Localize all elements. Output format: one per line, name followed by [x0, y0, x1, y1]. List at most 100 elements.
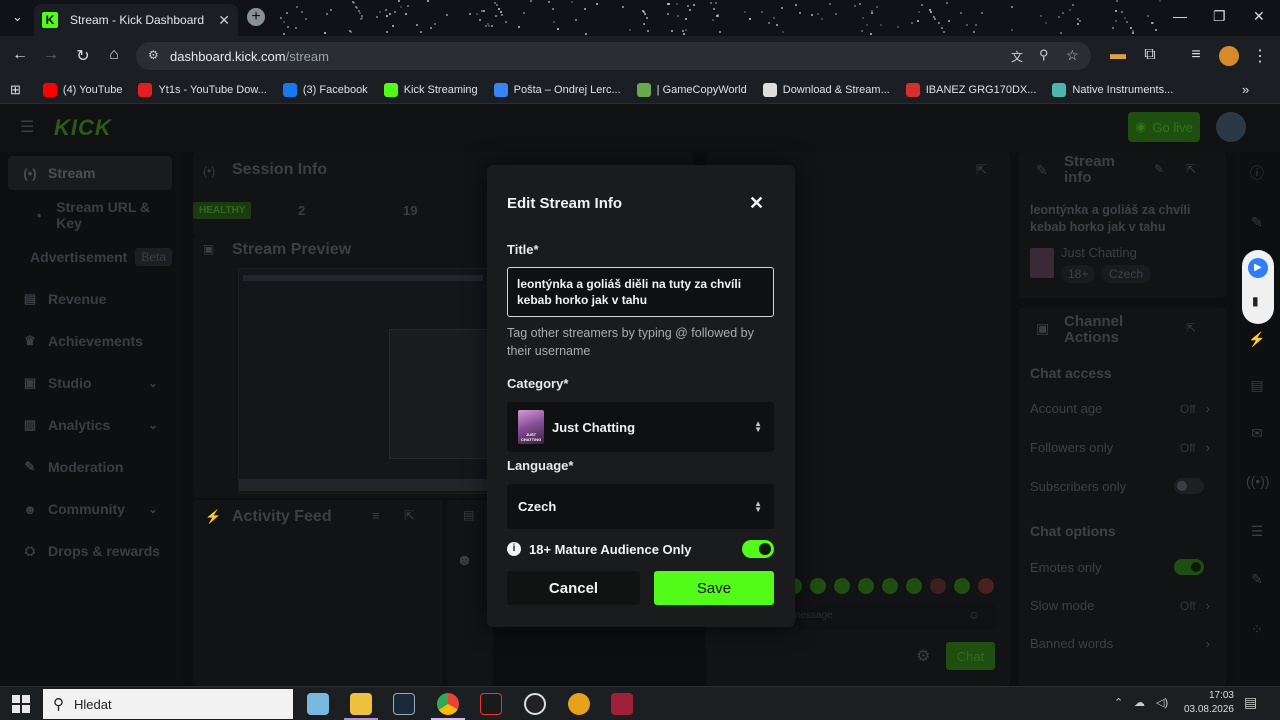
apps-dots-icon[interactable]: ⁘ [1246, 618, 1268, 640]
reload-icon[interactable]: ↻ [73, 46, 93, 66]
language-select[interactable]: Czech ▲ ▼ [507, 484, 774, 529]
mature-toggle[interactable] [742, 540, 774, 558]
home-icon[interactable]: ⌂ [104, 46, 124, 64]
stream-preview-video[interactable] [238, 268, 490, 494]
tray-chevron-icon[interactable]: ⌃ [1114, 696, 1123, 709]
bookmark-item[interactable]: Download & Stream... [762, 82, 890, 97]
profile-avatar[interactable] [1219, 46, 1239, 66]
chat-settings-icon[interactable]: ⚙ [916, 646, 930, 666]
menu-icon[interactable]: ⋮ [1250, 46, 1270, 66]
sidebar-item-studio[interactable]: ▣ Studio ⌄ [8, 366, 172, 400]
play-icon[interactable]: ▶ [1248, 258, 1268, 278]
bookmark-icon[interactable]: ▮ [1252, 294, 1259, 308]
kick-logo[interactable]: KICK [54, 115, 112, 141]
bookmark-item[interactable]: Yt1s - YouTube Dow... [138, 82, 267, 97]
app-icon-c[interactable] [611, 693, 633, 715]
network-icon[interactable]: ☁ [1134, 696, 1145, 709]
sidebar-item-advertisement[interactable]: Advertisement Beta [8, 240, 172, 274]
emote-icon[interactable] [810, 578, 826, 594]
sidebar-item-drops-rewards[interactable]: ⛭ Drops & rewards [8, 534, 172, 568]
sidebar-item-achievements[interactable]: ♛ Achievements [8, 324, 172, 358]
layers-icon[interactable]: ☰ [1246, 520, 1268, 542]
sidebar-item-revenue[interactable]: ▤ Revenue [8, 282, 172, 316]
sidebar-item-stream-url-key[interactable]: • Stream URL & Key [8, 198, 172, 232]
stream-info-popout-icon[interactable]: ⇱ [1186, 162, 1196, 176]
bookmark-star-icon[interactable]: ☆ [1066, 47, 1079, 64]
subscribers-only-toggle[interactable] [1174, 478, 1204, 494]
bookmark-item[interactable]: (3) Facebook [282, 82, 368, 97]
user-avatar[interactable] [1216, 112, 1246, 142]
cancel-button[interactable]: Cancel [507, 571, 640, 605]
taskbar-search[interactable]: ⚲ Hledat [43, 689, 293, 719]
info-icon[interactable]: ⓘ [1246, 162, 1268, 184]
chrome-app-icon[interactable] [437, 693, 459, 715]
sidebar-item-stream[interactable]: (•) Stream [8, 156, 172, 190]
zoom-icon[interactable]: ⚲ [1039, 47, 1049, 63]
volume-icon[interactable]: ◁) [1156, 696, 1168, 709]
sidebar-item-community[interactable]: ☻ Community ⌄ [8, 492, 172, 526]
back-icon[interactable]: ← [10, 46, 30, 64]
popout-icon[interactable]: ⇱ [404, 508, 415, 524]
translate-icon[interactable]: 文 [1011, 48, 1023, 65]
emote-icon[interactable] [882, 578, 898, 594]
extensions-puzzle-icon[interactable]: ⧉ [1140, 46, 1160, 64]
folder-app-icon[interactable] [350, 693, 372, 715]
sidebar-item-moderation[interactable]: ✎ Moderation [8, 450, 172, 484]
bookmark-item[interactable]: Pošta – Ondrej Lerc... [493, 82, 621, 97]
emote-icon[interactable] [834, 578, 850, 594]
filter-icon[interactable]: ≡ [372, 508, 380, 523]
edit-icon[interactable]: ✎ [1154, 162, 1164, 176]
emote-icon[interactable] [978, 578, 994, 594]
go-live-button[interactable]: ◉ Go live [1128, 112, 1200, 142]
followers-only-row[interactable]: Followers only Off › [1030, 440, 1210, 455]
more-bookmarks-icon[interactable]: » [1242, 82, 1249, 97]
bookmark-item[interactable]: Native Instruments... [1052, 82, 1173, 97]
close-icon[interactable]: ✕ [749, 194, 764, 212]
emote-icon[interactable] [906, 578, 922, 594]
bookmark-item[interactable]: | GameCopyWorld [636, 82, 747, 97]
app-icon-b[interactable] [568, 693, 590, 715]
steam-app-icon[interactable] [393, 693, 415, 715]
reading-list-icon[interactable]: ≡ [1186, 46, 1206, 64]
windows-start-icon[interactable] [12, 695, 30, 713]
save-button[interactable]: Save [654, 571, 774, 605]
new-tab-button[interactable]: + [247, 8, 265, 26]
chat-bubble-icon[interactable]: ✉ [1246, 422, 1268, 444]
chat-popout-icon[interactable]: ⇱ [976, 162, 987, 178]
explorer-app-icon[interactable] [307, 693, 329, 715]
emote-icon[interactable] [858, 578, 874, 594]
channel-actions-popout-icon[interactable]: ⇱ [1186, 321, 1196, 335]
sidebar-item-analytics[interactable]: ▥ Analytics ⌄ [8, 408, 172, 442]
banned-words-row[interactable]: Banned words › [1030, 636, 1210, 651]
emotes-only-toggle[interactable] [1174, 559, 1204, 575]
minimize-icon[interactable]: — [1173, 8, 1187, 24]
emote-icon[interactable] [930, 578, 946, 594]
title-input[interactable]: leontýnka a goliáš diěli na tuty za chví… [507, 267, 774, 317]
lightning-icon[interactable]: ⚡ [1246, 328, 1268, 350]
chat-send-button[interactable]: Chat [946, 642, 995, 670]
close-window-icon[interactable]: ✕ [1253, 8, 1265, 25]
app-icon-a[interactable] [480, 693, 502, 715]
browser-tab-active[interactable]: K Stream - Kick Dashboard ✕ [34, 4, 238, 36]
bookmark-item[interactable]: (4) YouTube [42, 82, 122, 97]
emoji-icon[interactable]: ☺ [968, 608, 980, 622]
tab-search-button[interactable]: ⌄ [0, 1, 35, 33]
close-tab-icon[interactable]: ✕ [218, 12, 230, 29]
restore-icon[interactable]: ❐ [1213, 8, 1226, 25]
pencil-icon[interactable]: ✎ [1246, 211, 1268, 233]
account-age-row[interactable]: Account age Off › [1030, 401, 1210, 416]
apps-icon[interactable]: ⊞ [10, 82, 21, 98]
signal-icon[interactable]: ((•)) [1246, 470, 1270, 492]
wrench-icon[interactable]: ✎ [1246, 568, 1268, 590]
slow-mode-row[interactable]: Slow mode Off › [1030, 598, 1210, 613]
category-select[interactable]: JUST CHATTING Just Chatting ▲ ▼ [507, 402, 774, 452]
bookmark-item[interactable]: Kick Streaming [383, 82, 478, 97]
bookmark-item[interactable]: IBANEZ GRG170DX... [905, 82, 1036, 97]
emote-bar[interactable] [786, 578, 996, 598]
forward-icon[interactable]: → [41, 46, 61, 64]
emote-icon[interactable] [954, 578, 970, 594]
notifications-icon[interactable]: ▤ [1244, 694, 1257, 711]
address-bar[interactable]: ⚙ dashboard.kick.com/stream 文 ⚲ ☆ [136, 42, 1091, 70]
document-icon[interactable]: ▤ [1246, 374, 1268, 396]
media-player-icon[interactable] [524, 693, 546, 715]
